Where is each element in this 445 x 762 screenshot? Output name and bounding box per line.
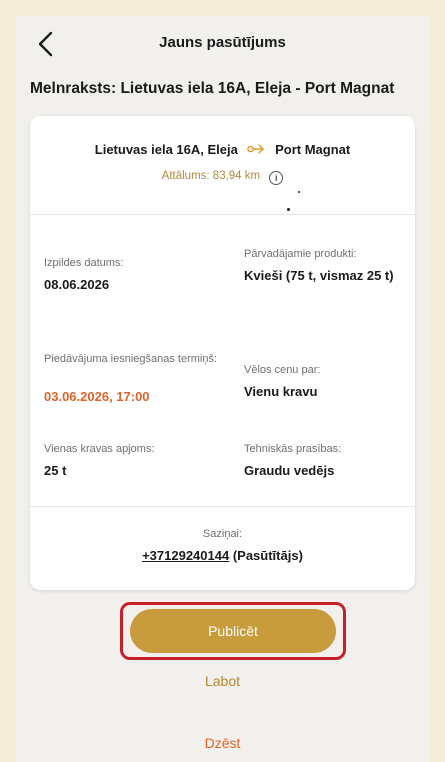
delete-button[interactable]: Dzēst: [16, 735, 429, 751]
route-arrow-icon: [247, 142, 265, 157]
products-value: Kvieši (75 t, vismaz 25 t): [244, 268, 394, 283]
info-icon[interactable]: i: [269, 171, 284, 185]
contacts-label: Saziņai:: [202, 528, 243, 540]
tech-requirements-label: Tehniskās prasības:: [244, 443, 342, 455]
distance-text: Attālums: 83,94 km: [161, 170, 261, 182]
route-distance: Attālums: 83,94 km i: [30, 170, 415, 185]
route-from: Lietuvas iela 16A, Eleja: [94, 142, 238, 157]
execution-date-value: 08.06.2026: [44, 277, 110, 292]
edit-button[interactable]: Labot: [16, 673, 429, 689]
price-for-value: Vienu kravu: [244, 384, 318, 399]
load-volume-value: 25 t: [44, 463, 67, 478]
execution-date-label: Izpildes datums:: [44, 257, 124, 269]
products-label: Pārvadājamie produkti:: [244, 248, 357, 260]
offer-deadline-value: 03.06.2026, 17:00: [44, 389, 150, 404]
publish-button[interactable]: Publicēt: [130, 609, 336, 653]
draft-title: Melnraksts: Lietuvas iela 16A, Eleja - P…: [30, 80, 395, 97]
offer-deadline-label: Piedāvājuma iesniegšanas termiņš:: [44, 353, 218, 365]
app-screen: Jauns pasūtījums Melnraksts: Lietuvas ie…: [16, 16, 429, 762]
price-for-label: Vēlos cenu par:: [244, 364, 321, 376]
phone-link[interactable]: +37129240144: [142, 548, 229, 563]
contacts-line: +37129240144 (Pasūtītājs): [30, 548, 415, 563]
header-bar: Jauns pasūtījums: [16, 16, 429, 72]
load-volume-label: Vienas kravas apjoms:: [44, 443, 155, 455]
route-to: Port Magnat: [275, 142, 351, 157]
screenshot-frame: Jauns pasūtījums Melnraksts: Lietuvas ie…: [0, 0, 445, 762]
stray-dot-small: [298, 191, 300, 193]
order-card: Lietuvas iela 16A, Eleja Port Magnat Att…: [30, 116, 415, 590]
divider-bottom: [30, 506, 415, 507]
divider-top: [30, 214, 415, 215]
stray-dot: [287, 208, 290, 211]
tech-requirements-value: Graudu vedējs: [244, 463, 335, 478]
page-title: Jauns pasūtījums: [159, 34, 286, 51]
route-line: Lietuvas iela 16A, Eleja Port Magnat: [30, 142, 415, 157]
contact-role: (Pasūtītājs): [232, 548, 303, 563]
